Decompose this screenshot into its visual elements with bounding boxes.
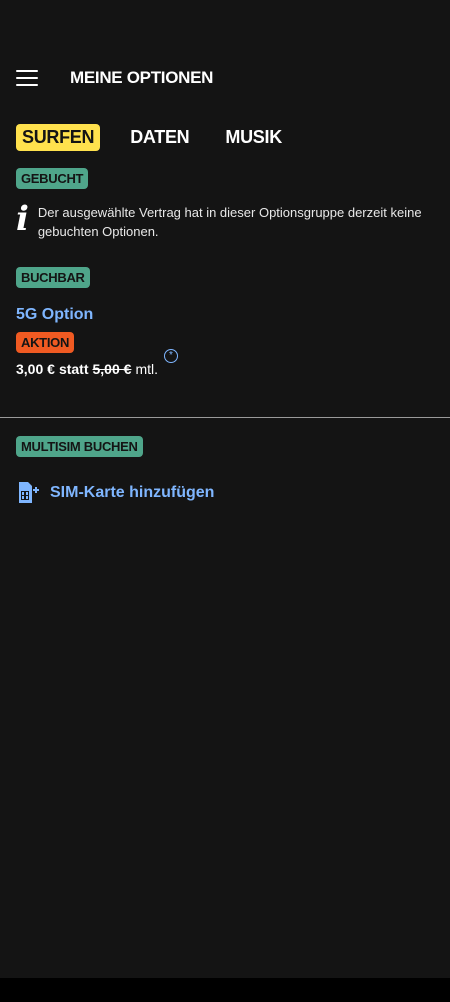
price-period: mtl. (135, 361, 158, 377)
booked-info-text: Der ausgewählte Vertrag hat in dieser Op… (37, 205, 422, 239)
page-title: MEINE OPTIONEN (70, 68, 214, 87)
section-divider (0, 417, 450, 418)
multisim-badge: MULTISIM BUCHEN (16, 436, 143, 457)
price-new: 3,00 € (16, 361, 55, 377)
bookable-badge: BUCHBAR (16, 267, 90, 288)
navigation-bar (0, 978, 450, 1002)
bookable-section: BUCHBAR 5G Option AKTION 3,00 € statt 5,… (0, 267, 450, 377)
add-sim-card-label: SIM-Karte hinzufügen (50, 484, 215, 501)
tab-daten[interactable]: DATEN (124, 124, 195, 151)
booked-badge: GEBUCHT (16, 168, 89, 189)
price-line: 3,00 € statt 5,00 € mtl. * (16, 349, 434, 377)
footnote-star-icon[interactable]: * (164, 349, 178, 363)
option-tabs: SURFEN DATEN MUSIK (0, 106, 450, 156)
status-bar (0, 0, 450, 50)
sim-card-add-icon (19, 482, 39, 503)
price-old: 5,00 € (92, 361, 132, 377)
app-header: MEINE OPTIONEN (0, 50, 450, 106)
promo-badge: AKTION (16, 332, 75, 353)
tab-musik[interactable]: MUSIK (219, 124, 288, 151)
booked-section: GEBUCHT i Der ausgewählte Vertrag hat in… (0, 168, 450, 241)
5g-option-link[interactable]: 5G Option (16, 306, 434, 324)
hamburger-menu-icon[interactable] (16, 70, 38, 86)
add-sim-card-link[interactable]: SIM-Karte hinzufügen (16, 481, 434, 505)
info-icon: i (16, 199, 29, 239)
price-statt: statt (58, 361, 89, 377)
multisim-section: MULTISIM BUCHEN SIM-Karte hinzufügen (0, 436, 450, 505)
booked-info: i Der ausgewählte Vertrag hat in dieser … (16, 199, 434, 241)
tab-surfen[interactable]: SURFEN (16, 123, 101, 151)
